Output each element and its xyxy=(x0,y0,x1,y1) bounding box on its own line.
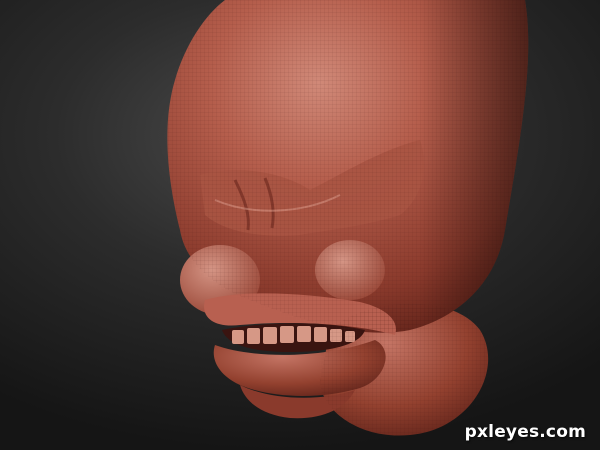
render-viewport: pxleyes.com xyxy=(0,0,600,450)
watermark: pxleyes.com xyxy=(464,422,586,442)
sculpted-head xyxy=(167,0,529,436)
